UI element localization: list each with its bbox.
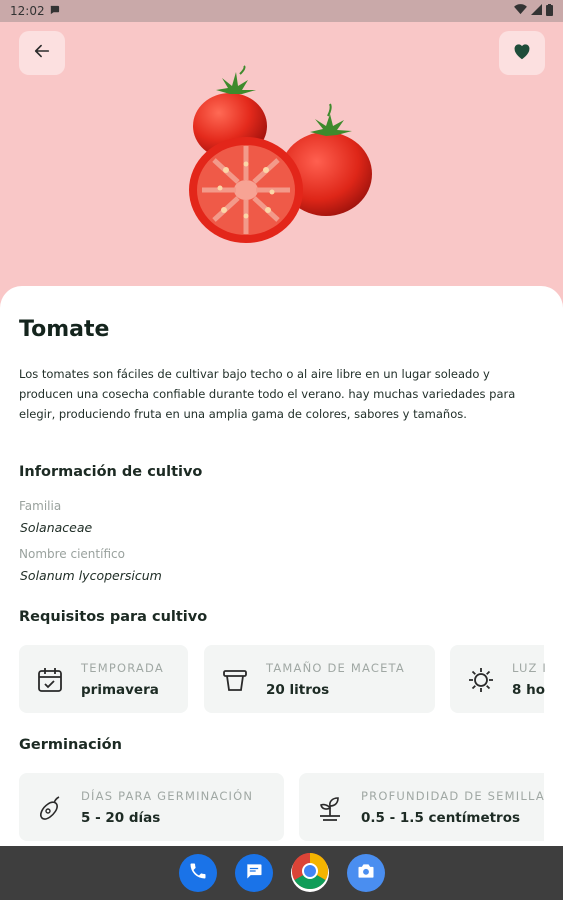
camera-icon <box>356 861 376 885</box>
system-dock <box>0 846 563 900</box>
requirement-card-light[interactable]: LUZ I 8 ho <box>450 645 547 713</box>
hero-header <box>0 22 563 297</box>
germination-card-depth[interactable]: PROFUNDIDAD DE SEMILLA 0.5 - 1.5 centíme… <box>299 773 544 841</box>
status-time: 12:02 <box>10 4 45 18</box>
message-notification-icon <box>49 4 60 18</box>
germination-heading: Germinación <box>19 737 122 753</box>
plant-detail-sheet: Tomate Los tomates son fáciles de cultiv… <box>0 286 563 846</box>
chrome-app-button[interactable] <box>291 852 329 894</box>
camera-app-button[interactable] <box>347 854 385 892</box>
requirement-value: primavera <box>81 682 159 698</box>
requirement-title: LUZ I <box>512 661 547 675</box>
signal-icon <box>531 4 542 18</box>
sprout-icon <box>315 793 345 823</box>
requirement-value: 20 litros <box>266 682 330 698</box>
tomato-image <box>189 65 372 243</box>
requirement-title: TEMPORADA <box>81 661 164 675</box>
plant-description: Los tomates son fáciles de cultivar bajo… <box>19 367 516 421</box>
requirement-title: TAMAÑO DE MACETA <box>266 661 405 675</box>
messages-icon <box>244 861 264 885</box>
germination-title: PROFUNDIDAD DE SEMILLA <box>361 789 545 803</box>
phone-icon <box>188 861 208 885</box>
heart-icon <box>512 42 532 64</box>
page-title: Tomate <box>19 317 110 342</box>
germination-title: DÍAS PARA GERMINACIÓN <box>81 789 254 803</box>
germination-card-days[interactable]: DÍAS PARA GERMINACIÓN 5 - 20 días <box>19 773 284 841</box>
germination-value: 0.5 - 1.5 centímetros <box>361 810 521 826</box>
requirements-heading: Requisitos para cultivo <box>19 609 208 625</box>
seed-icon <box>35 793 65 823</box>
favorite-button[interactable] <box>499 31 545 75</box>
chrome-icon <box>291 852 329 894</box>
flower-pot-icon <box>220 665 250 695</box>
status-bar: 12:02 <box>0 0 563 22</box>
battery-icon <box>546 3 553 19</box>
cultivation-info-heading: Información de cultivo <box>19 464 203 480</box>
family-value: Solanaceae <box>20 520 93 535</box>
sun-icon <box>466 665 496 695</box>
phone-app-button[interactable] <box>179 854 217 892</box>
requirement-card-season[interactable]: TEMPORADA primavera <box>19 645 188 713</box>
messages-app-button[interactable] <box>235 854 273 892</box>
wifi-icon <box>514 4 527 18</box>
arrow-left-icon <box>33 42 51 64</box>
family-label: Familia <box>19 499 62 513</box>
requirement-value: 8 ho <box>512 682 545 698</box>
scientific-name-value: Solanum lycopersicum <box>20 568 162 583</box>
scientific-name-label: Nombre científico <box>19 547 125 561</box>
back-button[interactable] <box>19 31 65 75</box>
calendar-icon <box>35 665 65 695</box>
requirement-card-pot-size[interactable]: TAMAÑO DE MACETA 20 litros <box>204 645 435 713</box>
germination-value: 5 - 20 días <box>81 810 161 826</box>
